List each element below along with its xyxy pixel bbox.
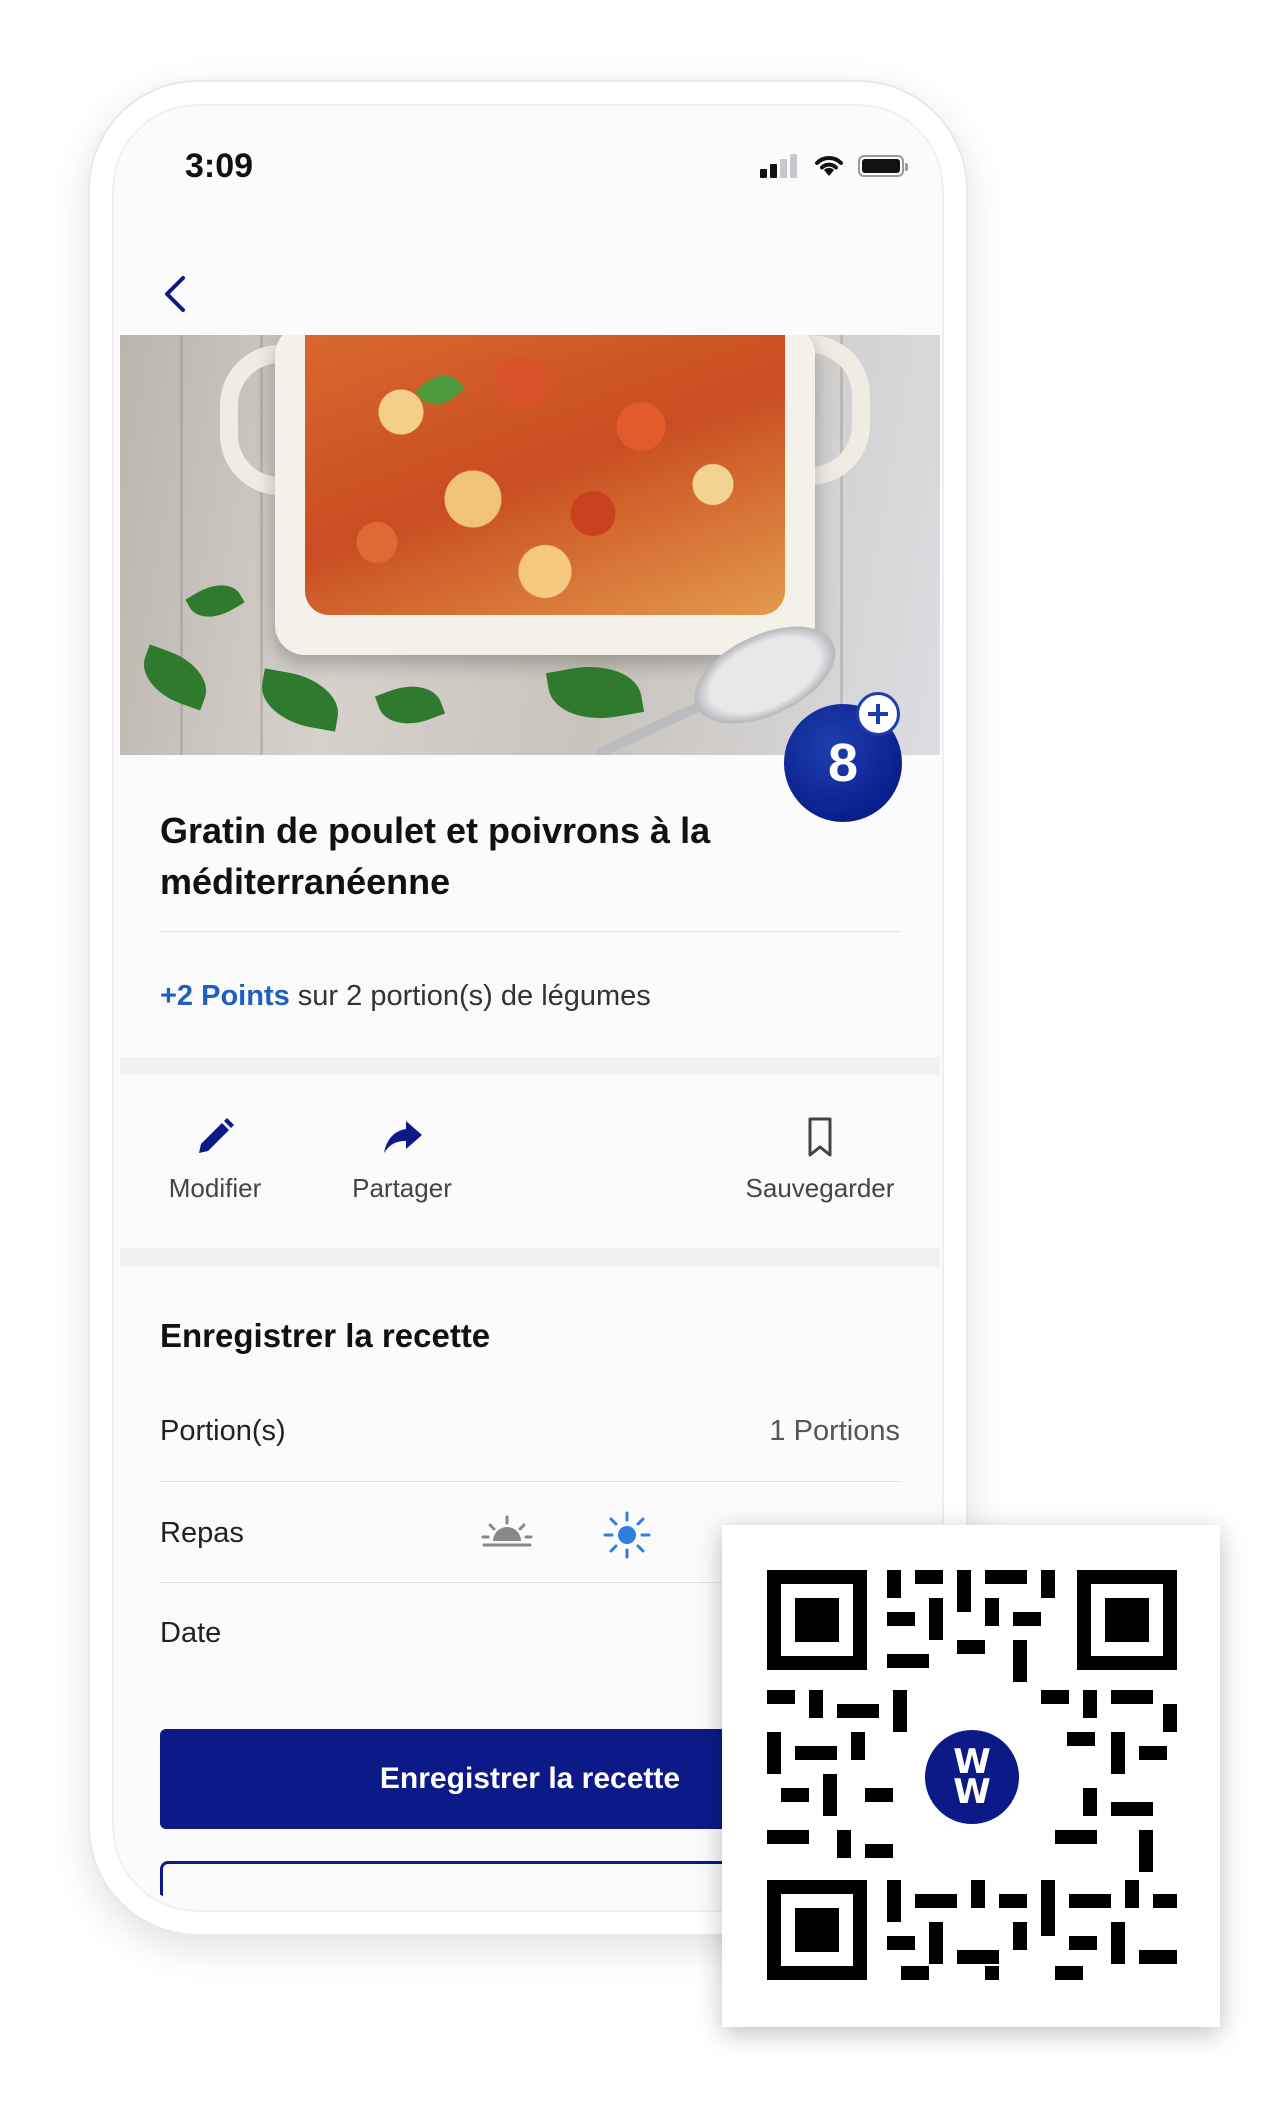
date-label: Date xyxy=(160,1617,222,1649)
veggie-points-text: sur 2 portion(s) de légumes xyxy=(289,980,651,1012)
portions-label: Portion(s) xyxy=(160,1415,286,1447)
signal-icon xyxy=(760,154,800,178)
share-label: Partager xyxy=(352,1173,452,1203)
sun-icon[interactable] xyxy=(602,1510,652,1560)
veggie-points-accent: +2 Points xyxy=(160,980,290,1012)
edit-label: Modifier xyxy=(168,1173,262,1203)
wifi-icon xyxy=(815,156,843,176)
status-bar: 3:09 xyxy=(120,112,940,232)
back-chevron-icon[interactable] xyxy=(155,272,199,316)
battery-icon xyxy=(858,155,908,177)
logo-letter-bottom: W xyxy=(953,1772,991,1812)
save-button[interactable]: Sauvegarder xyxy=(740,1115,900,1204)
ww-logo: W W xyxy=(917,1722,1027,1832)
divider xyxy=(160,1481,900,1482)
nav-bar xyxy=(120,232,940,335)
action-bar: Modifier Partager Sauvegarder xyxy=(120,1075,940,1248)
meal-label: Repas xyxy=(160,1517,244,1549)
divider xyxy=(160,931,900,932)
pencil-icon xyxy=(199,1118,234,1153)
sunrise-icon[interactable] xyxy=(480,1513,534,1553)
log-section-title: Enregistrer la recette xyxy=(160,1317,491,1354)
veggie-points-info: +2 Points sur 2 portion(s) de légumes xyxy=(160,980,651,1013)
recipe-photo xyxy=(120,335,940,755)
share-button[interactable]: Partager xyxy=(342,1115,462,1204)
bookmark-icon xyxy=(808,1117,832,1157)
edit-button[interactable]: Modifier xyxy=(160,1115,270,1204)
status-time: 3:09 xyxy=(185,147,254,185)
status-icons xyxy=(760,152,910,182)
save-label: Sauvegarder xyxy=(745,1173,895,1203)
share-arrow-icon xyxy=(384,1121,422,1153)
recipe-title: Gratin de poulet et poivrons à la médite… xyxy=(160,810,711,902)
plus-icon xyxy=(856,692,900,736)
portions-value[interactable]: 1 Portions xyxy=(769,1415,900,1448)
qr-code-card: W W xyxy=(722,1525,1220,2027)
